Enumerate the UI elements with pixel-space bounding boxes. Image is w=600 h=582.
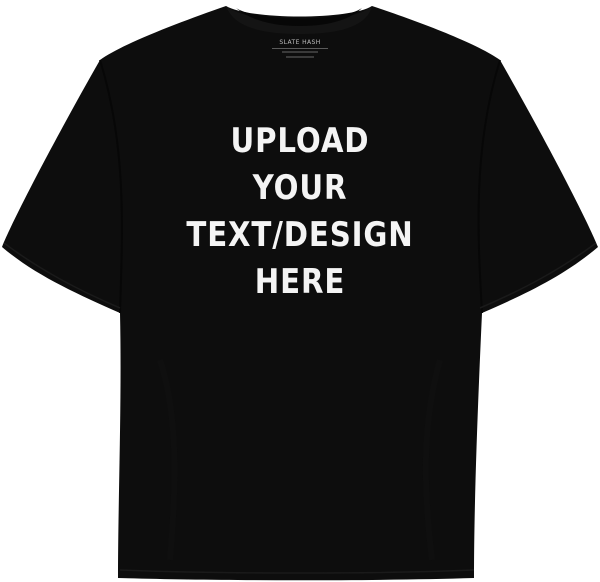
brand-neck-label: SLATE HASH [279,39,321,46]
neck-label-divider [272,48,328,49]
print-line-1: UPLOAD [230,121,370,161]
print-text-block: UPLOAD YOUR TEXT/DESIGN HERE [150,118,450,306]
print-line-3: TEXT/DESIGN [186,215,414,255]
neck-label-size-mark [282,51,318,53]
neck-label-size-mark [286,56,314,58]
print-line-2: YOUR [252,168,348,208]
print-line-4: HERE [254,262,346,302]
